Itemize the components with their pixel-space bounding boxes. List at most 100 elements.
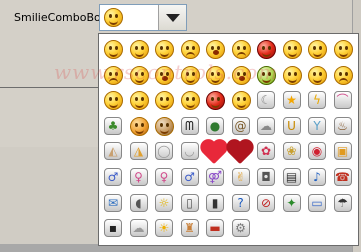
emoticon-option[interactable]: [203, 37, 229, 63]
emoticon-option[interactable]: [127, 114, 153, 140]
emoticon-option[interactable]: [152, 63, 178, 89]
emoticon-option[interactable]: ◯: [152, 139, 178, 165]
emoticon-option[interactable]: [101, 63, 127, 89]
emoticon-option[interactable]: @: [229, 114, 255, 140]
emoticon-option[interactable]: ●: [203, 114, 229, 140]
emoticon-option[interactable]: ♣: [101, 114, 127, 140]
emoticon-option[interactable]: ϟ: [305, 88, 331, 114]
emoticon-option[interactable]: [127, 88, 153, 114]
emoticon-option[interactable]: ♂: [101, 165, 127, 191]
emoticon-option[interactable]: ✉: [101, 191, 127, 217]
embarrassed-face-icon: [129, 65, 149, 85]
emoticon-option[interactable]: [178, 37, 204, 63]
smilie-combobox-label: SmilieComboBox: [14, 11, 107, 24]
emoticon-option[interactable]: ◮: [127, 139, 153, 165]
angry-devil-face-icon: [257, 40, 276, 59]
rainbow-icon: ⌒: [333, 91, 352, 110]
emoticon-option[interactable]: ▤: [280, 165, 306, 191]
cat-face-icon: [129, 116, 149, 136]
gift-icon: ▣: [333, 142, 352, 161]
emoticon-option[interactable]: [254, 63, 280, 89]
emoticon-option[interactable]: [178, 63, 204, 89]
emoticon-option[interactable]: [203, 63, 229, 89]
emoticon-option[interactable]: [229, 63, 255, 89]
devil-face-icon: [206, 91, 225, 111]
man-icon: ♂: [180, 167, 199, 186]
emoticon-option[interactable]: ☁: [127, 216, 153, 242]
emoticon-option[interactable]: ▬: [203, 216, 229, 242]
emoticon-option[interactable]: ◖: [127, 191, 153, 217]
dropdown-button[interactable]: [158, 5, 186, 30]
emoticon-option[interactable]: [127, 63, 153, 89]
emoticon-option[interactable]: [254, 37, 280, 63]
emoticon-option[interactable]: ☎: [331, 165, 357, 191]
emoticon-option[interactable]: ◉: [305, 139, 331, 165]
emoticon-option[interactable]: [152, 114, 178, 140]
emoticon-option[interactable]: ⌒: [331, 88, 357, 114]
emoticon-option[interactable]: ⊘: [254, 191, 280, 217]
island-palm-icon: ♣: [104, 116, 122, 135]
emoticon-option[interactable]: ♀: [152, 165, 178, 191]
snail-icon: @: [231, 116, 250, 135]
game-console-icon: ▪: [104, 219, 122, 238]
moon-icon: ☾: [257, 91, 275, 110]
emoticon-option[interactable]: [152, 37, 178, 63]
emoticon-option[interactable]: [101, 88, 127, 114]
grin-face-icon: [155, 40, 174, 59]
emoticon-option[interactable]: ▣: [331, 139, 357, 165]
emoticon-option[interactable]: ♜: [178, 216, 204, 242]
emoticon-option[interactable]: ♂: [178, 165, 204, 191]
emoticon-option[interactable]: ✦: [280, 191, 306, 217]
emoticon-option[interactable]: [331, 63, 357, 89]
emoticon-option[interactable]: ▯: [178, 191, 204, 217]
secret-face-icon: [180, 91, 200, 111]
emoticon-option[interactable]: ✿: [254, 139, 280, 165]
emoticon-option[interactable]: ⚤: [203, 165, 229, 191]
sad-face-icon: [180, 40, 200, 59]
mobile-phone-icon: ▮: [206, 193, 224, 212]
emoticon-option[interactable]: ⚙: [229, 216, 255, 242]
emoticon-option[interactable]: ☁: [254, 114, 280, 140]
sheep-icon: ☁: [257, 116, 275, 135]
emoticon-option[interactable]: ♀: [127, 165, 153, 191]
emoticon-option[interactable]: [152, 88, 178, 114]
smile-face-icon: [104, 8, 123, 27]
emoticon-option[interactable]: [178, 88, 204, 114]
emoticon-option[interactable]: ♨: [331, 114, 357, 140]
emoticon-option[interactable]: [203, 88, 229, 114]
emoticon-option[interactable]: ☼: [152, 191, 178, 217]
emoticon-option[interactable]: ▮: [203, 191, 229, 217]
emoticon-option[interactable]: U: [280, 114, 306, 140]
emoticon-option[interactable]: [305, 37, 331, 63]
emoticon-option[interactable]: ☀: [152, 216, 178, 242]
emoticon-option[interactable]: ᗰ: [178, 114, 204, 140]
emoticon-option[interactable]: ★: [280, 88, 306, 114]
plate-icon: ◯: [155, 142, 173, 161]
emoticon-option[interactable]: ❀: [280, 139, 306, 165]
emoticon-option[interactable]: Y: [305, 114, 331, 140]
lightning-icon: ϟ: [308, 91, 326, 110]
emoticon-option[interactable]: [202, 139, 229, 165]
emoticon-option[interactable]: ▪: [101, 216, 127, 242]
emoticon-option[interactable]: [101, 37, 127, 63]
emoticon-option[interactable]: ✌: [229, 165, 255, 191]
emoticon-option[interactable]: [228, 139, 255, 165]
emoticon-option[interactable]: [331, 37, 357, 63]
emoticon-option[interactable]: ♪: [305, 165, 331, 191]
emoticon-option[interactable]: [127, 37, 153, 63]
cake-slice-icon: ◭: [104, 142, 122, 161]
emoticon-option[interactable]: ☾: [254, 88, 280, 114]
emoticon-option[interactable]: [229, 88, 255, 114]
emoticon-option[interactable]: [305, 63, 331, 89]
emoticon-option[interactable]: ◭: [101, 139, 127, 165]
emoticon-option[interactable]: [280, 63, 306, 89]
emoticon-option[interactable]: [229, 37, 255, 63]
emoticon-option[interactable]: [280, 37, 306, 63]
emoticon-option[interactable]: ?: [229, 191, 255, 217]
emoticon-option[interactable]: ▭: [305, 191, 331, 217]
emoticon-option[interactable]: ◘: [254, 165, 280, 191]
emoticon-option[interactable]: ☂: [331, 191, 357, 217]
emoticon-option[interactable]: ◡: [178, 139, 204, 165]
sun-icon: ☀: [155, 219, 173, 238]
smilie-combobox[interactable]: [99, 4, 187, 31]
